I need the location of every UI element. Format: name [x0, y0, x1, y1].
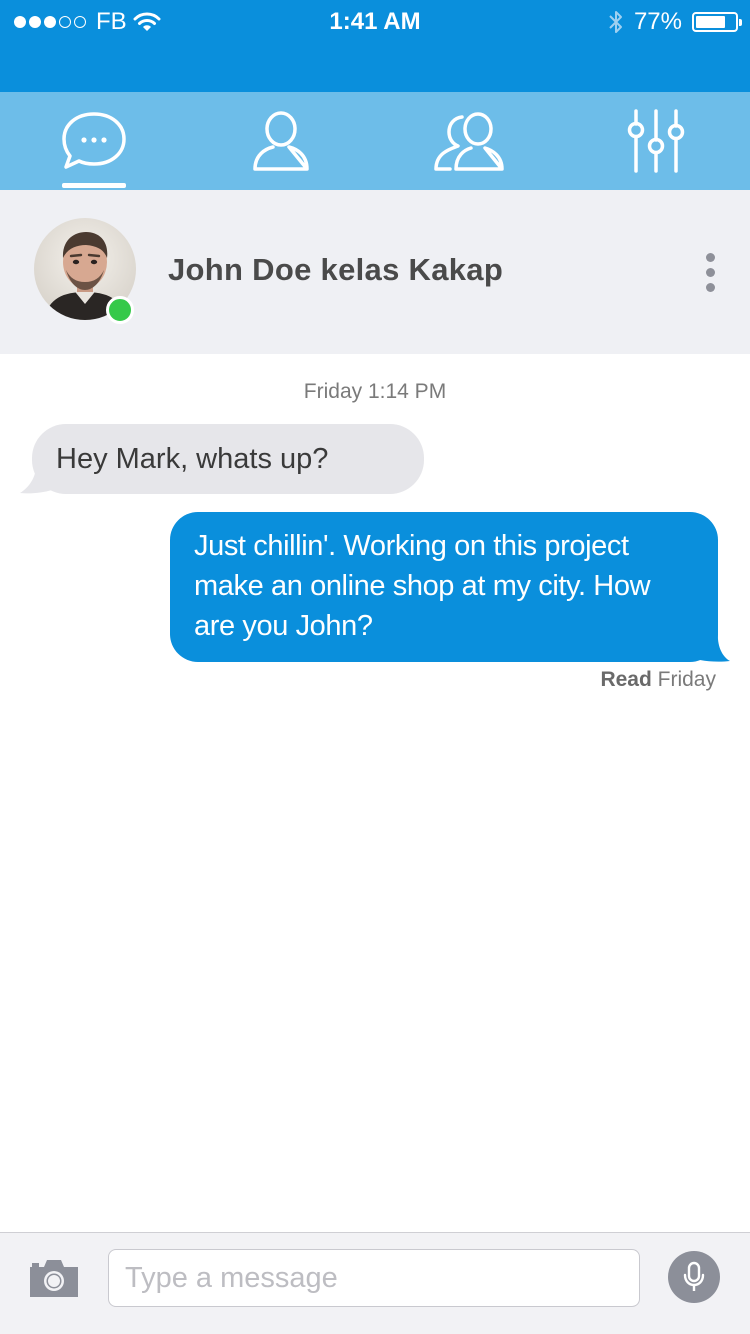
status-bar: FB 1:41 AM 77%: [0, 0, 750, 92]
camera-icon[interactable]: [28, 1257, 80, 1299]
more-dot: [705, 267, 715, 277]
message-composer: [0, 1232, 750, 1334]
online-status-indicator: [106, 296, 134, 324]
tab-profile[interactable]: [188, 92, 376, 190]
contact-name[interactable]: John Doe kelas Kakap: [168, 252, 503, 288]
tab-bar: [0, 92, 750, 190]
sliders-icon: [628, 109, 685, 173]
conversation-timestamp: Friday 1:14 PM: [303, 380, 447, 403]
read-label: Read: [600, 668, 652, 691]
more-dot: [705, 252, 715, 262]
outgoing-message-bubble[interactable]: Just chillin'. Working on this project m…: [170, 512, 718, 662]
microphone-icon: [683, 1261, 705, 1291]
battery-percent: 77%: [633, 8, 682, 35]
battery-icon: [692, 12, 742, 32]
users-icon: [434, 112, 504, 171]
message-input[interactable]: [108, 1249, 640, 1307]
active-tab-indicator: [61, 183, 126, 188]
status-right: 77%: [608, 7, 742, 37]
more-dot: [705, 282, 715, 292]
bluetooth-icon: [609, 11, 622, 33]
contact-header: John Doe kelas Kakap: [0, 190, 750, 354]
chat-bubble-icon: [62, 112, 126, 169]
outgoing-message-text: Just chillin'. Working on this project m…: [194, 530, 651, 642]
tab-settings[interactable]: [563, 92, 750, 190]
microphone-button[interactable]: [668, 1251, 720, 1303]
tab-groups[interactable]: [375, 92, 563, 190]
user-icon: [253, 111, 309, 171]
chat-screen: FB 1:41 AM 77% John Doe kelas Kakap Frid…: [0, 0, 750, 1334]
tab-chats[interactable]: [0, 92, 188, 190]
more-options-button[interactable]: [692, 248, 728, 296]
read-time: Friday: [657, 668, 716, 691]
incoming-message-text: Hey Mark, whats up?: [56, 442, 329, 475]
incoming-message-bubble[interactable]: Hey Mark, whats up?: [32, 424, 424, 494]
read-receipt: Read Friday: [600, 668, 716, 692]
